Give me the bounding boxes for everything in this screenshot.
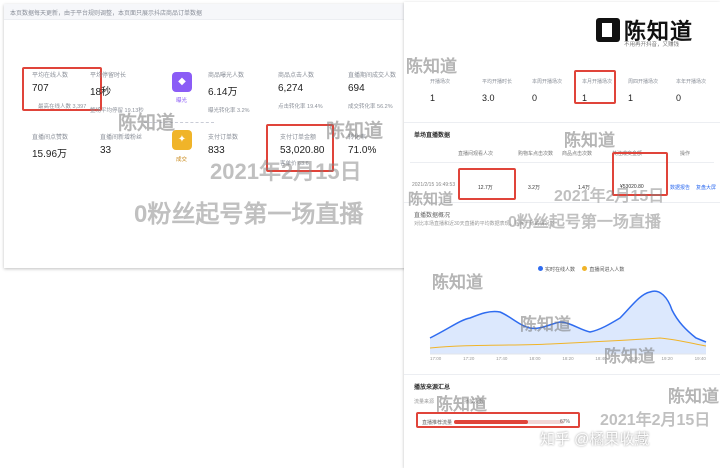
stat-item: 周四开播场次 1 — [628, 78, 658, 103]
table-header: 操作 — [680, 151, 691, 157]
stat-label: 本年开播场次 — [676, 79, 707, 85]
funnel-entry-label: 曝光 — [176, 98, 188, 104]
metric-orders: 支付订单数 833 — [208, 132, 238, 156]
right-screenshot: 开播场次 1 平均开播时长 3.0 本周开播场次 0 本月开播场次 1 周四开播… — [404, 2, 720, 468]
brand-logo: 陈知道 不用再开抖音，又赚钱 — [596, 12, 714, 50]
table-header: 直播间观看人次 — [458, 151, 494, 157]
table-title: 单场直播数据 — [414, 133, 451, 139]
watermark-brand: 陈知道 — [604, 347, 655, 366]
watermark-brand: 陈知道 — [118, 113, 176, 134]
metric-value: 6.14万 — [208, 87, 238, 98]
stat-label: 本周开播场次 — [532, 79, 563, 85]
metric-live-buyers: 直播期间成交人数 694 成交转化率 56.2% — [348, 70, 396, 110]
metric-value: 694 — [348, 83, 365, 94]
table-header: 商品点击次数 — [562, 151, 593, 157]
stat-item: 平均开播时长 3.0 — [482, 78, 512, 103]
watermark-date: 2021年2月15日 — [210, 159, 362, 184]
metric-new-fans: 直播间新增粉丝 33 — [100, 132, 142, 156]
watermark-brand: 陈知道 — [668, 387, 719, 406]
metric-label: 支付订单数 — [208, 135, 239, 141]
stat-value: 0 — [676, 93, 682, 103]
watermark-brand: 陈知道 — [432, 273, 483, 292]
funnel-deal-label: 成交 — [176, 157, 188, 163]
metric-value: 6,274 — [278, 83, 304, 94]
metric-value: 33 — [100, 145, 112, 156]
review-screen-link[interactable]: 复盘大屏 — [696, 184, 716, 191]
x-tick: 18:20 — [562, 356, 574, 361]
x-tick: 18:00 — [529, 356, 541, 361]
metric-sub: 曝光转化率 3.2% — [208, 108, 250, 114]
watermark-brand: 陈知道 — [520, 315, 571, 334]
source-col1: 流量来源 — [414, 399, 435, 405]
x-tick: 17:20 — [463, 356, 475, 361]
notice-text: 本页数据每天更新，由于平台规则调整，本页面只展示抖店商品订单数据 — [10, 11, 203, 17]
metric-label: 商品点击人数 — [278, 73, 315, 79]
watermark-slogan: 0粉丝起号第一场直播 — [508, 214, 661, 231]
stat-value: 3.0 — [482, 93, 495, 103]
stat-item: 本周开播场次 0 — [532, 78, 562, 103]
watermark-slogan: 0粉丝起号第一场直播 — [134, 201, 364, 228]
metric-product-click: 商品点击人数 6,274 点击转化率 19.4% — [278, 70, 323, 110]
stat-value: 1 — [430, 93, 436, 103]
exposure-funnel-icon: ◆ — [172, 72, 192, 92]
divider — [410, 162, 714, 163]
divider — [404, 122, 720, 123]
metric-sub: 点击转化率 19.4% — [278, 104, 323, 110]
stat-item: 本年开播场次 0 — [676, 78, 706, 103]
stat-value: 0 — [532, 93, 538, 103]
x-tick: 19:40 — [694, 356, 706, 361]
divider — [404, 374, 720, 375]
logo-mark-icon — [596, 18, 620, 42]
metric-value: 15.96万 — [32, 149, 68, 160]
watermark-date: 2021年2月15日 — [600, 412, 711, 429]
zhihu-watermark: 知乎 @橘果收藏 — [540, 431, 650, 448]
metric-value: 18秒 — [90, 87, 112, 98]
logo-tagline: 不用再开抖音，又赚钱 — [624, 42, 680, 48]
x-tick: 17:40 — [496, 356, 508, 361]
stat-label: 周四开播场次 — [628, 79, 659, 85]
x-tick: 19:20 — [661, 356, 673, 361]
stat-label: 开播场次 — [430, 79, 451, 85]
metric-label: 直播间点赞数 — [32, 135, 69, 141]
desc-title: 直播数据概况 — [414, 213, 451, 219]
stat-item: 开播场次 1 — [430, 78, 450, 103]
chart-x-axis: 17:00 17:20 17:40 18:00 18:20 18:40 19:0… — [430, 356, 706, 361]
data-report-link[interactable]: 数据报告 — [670, 184, 690, 191]
x-tick: 17:00 — [430, 356, 442, 361]
watermark-brand: 陈知道 — [406, 57, 457, 76]
metric-label: 商品曝光人数 — [208, 73, 245, 79]
metric-live-likes: 直播间点赞数 15.96万 — [32, 132, 68, 160]
watermark-brand: 陈知道 — [326, 121, 384, 142]
metric-label: 平均停留时长 — [90, 73, 127, 79]
watermark-brand: 陈知道 — [564, 131, 615, 150]
metric-label: 直播期间成交人数 — [348, 73, 397, 79]
stat-value: 1 — [628, 93, 634, 103]
metric-product-exposure: 商品曝光人数 6.14万 曝光转化率 3.2% — [208, 70, 250, 114]
left-screenshot: 本页数据每天更新，由于平台规则调整，本页面只展示抖店商品订单数据 平均在线人数 … — [4, 4, 412, 268]
highlight-box-views — [458, 168, 516, 200]
watermark-brand: 陈知道 — [436, 395, 487, 414]
stat-label: 平均开播时长 — [482, 79, 513, 85]
watermark-brand: 陈知道 — [408, 191, 454, 208]
notice-bar: 本页数据每天更新，由于平台规则调整，本页面只展示抖店商品订单数据 — [4, 4, 412, 20]
table-header: 购物车点击次数 — [518, 151, 554, 157]
metric-sub: 成交转化率 56.2% — [348, 104, 393, 110]
table-cell-cart: 3.2万 — [528, 185, 540, 191]
watermark-date: 2021年2月15日 — [554, 188, 665, 205]
highlight-box-month-sessions — [574, 70, 616, 104]
